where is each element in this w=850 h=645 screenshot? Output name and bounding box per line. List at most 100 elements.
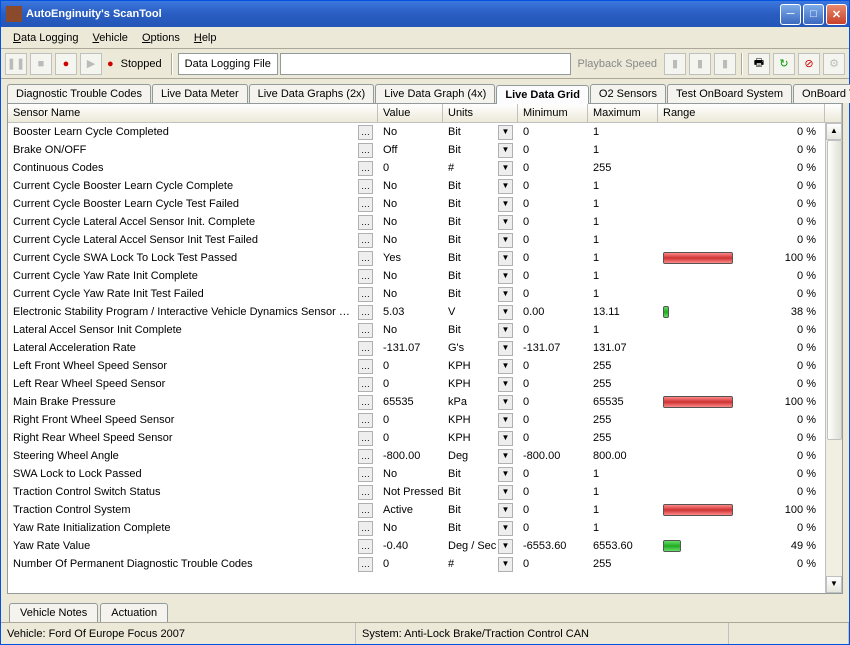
- minimize-button[interactable]: ─: [780, 4, 801, 25]
- grid-row[interactable]: Right Rear Wheel Speed Sensor…0KPH▼02550…: [8, 429, 825, 447]
- tab-o2-sensors[interactable]: O2 Sensors: [590, 84, 666, 103]
- row-options-button[interactable]: …: [358, 323, 373, 338]
- tab-live-data-meter[interactable]: Live Data Meter: [152, 84, 248, 103]
- column-units[interactable]: Units: [443, 104, 518, 122]
- close-button[interactable]: ✕: [826, 4, 847, 25]
- scroll-down-button[interactable]: ▼: [826, 576, 842, 593]
- units-dropdown-button[interactable]: ▼: [498, 233, 513, 248]
- column-sensor-name[interactable]: Sensor Name: [8, 104, 378, 122]
- column-maximum[interactable]: Maximum: [588, 104, 658, 122]
- row-options-button[interactable]: …: [358, 395, 373, 410]
- grid-row[interactable]: Yaw Rate Value…-0.40Deg / Sec▼-6553.6065…: [8, 537, 825, 555]
- cancel-button[interactable]: ⊘: [798, 53, 820, 75]
- row-options-button[interactable]: …: [358, 251, 373, 266]
- scroll-up-button[interactable]: ▲: [826, 123, 842, 140]
- row-options-button[interactable]: …: [358, 179, 373, 194]
- units-dropdown-button[interactable]: ▼: [498, 485, 513, 500]
- grid-row[interactable]: Left Front Wheel Speed Sensor…0KPH▼02550…: [8, 357, 825, 375]
- row-options-button[interactable]: …: [358, 503, 373, 518]
- grid-row[interactable]: Continuous Codes…0#▼02550 %: [8, 159, 825, 177]
- playback-faster-button[interactable]: ▮: [714, 53, 736, 75]
- units-dropdown-button[interactable]: ▼: [498, 251, 513, 266]
- grid-row[interactable]: Lateral Acceleration Rate…-131.07G's▼-13…: [8, 339, 825, 357]
- row-options-button[interactable]: …: [358, 485, 373, 500]
- grid-row[interactable]: Traction Control Switch Status…Not Press…: [8, 483, 825, 501]
- scroll-thumb[interactable]: [827, 140, 842, 440]
- grid-row[interactable]: Current Cycle SWA Lock To Lock Test Pass…: [8, 249, 825, 267]
- tab-diagnostic-trouble-codes[interactable]: Diagnostic Trouble Codes: [7, 84, 151, 103]
- row-options-button[interactable]: …: [358, 197, 373, 212]
- row-options-button[interactable]: …: [358, 449, 373, 464]
- menu-vehicle[interactable]: Vehicle: [86, 30, 133, 46]
- grid-row[interactable]: Booster Learn Cycle Completed…NoBit▼010 …: [8, 123, 825, 141]
- units-dropdown-button[interactable]: ▼: [498, 215, 513, 230]
- units-dropdown-button[interactable]: ▼: [498, 557, 513, 572]
- grid-row[interactable]: Current Cycle Yaw Rate Init Complete…NoB…: [8, 267, 825, 285]
- playback-slower-button[interactable]: ▮: [664, 53, 686, 75]
- row-options-button[interactable]: …: [358, 377, 373, 392]
- settings-button[interactable]: ⚙: [823, 53, 845, 75]
- units-dropdown-button[interactable]: ▼: [498, 467, 513, 482]
- units-dropdown-button[interactable]: ▼: [498, 521, 513, 536]
- refresh-button[interactable]: ↻: [773, 53, 795, 75]
- grid-row[interactable]: Lateral Accel Sensor Init Complete…NoBit…: [8, 321, 825, 339]
- row-options-button[interactable]: …: [358, 359, 373, 374]
- menu-help[interactable]: Help: [188, 30, 223, 46]
- grid-row[interactable]: Current Cycle Yaw Rate Init Test Failed……: [8, 285, 825, 303]
- grid-row[interactable]: Current Cycle Booster Learn Cycle Comple…: [8, 177, 825, 195]
- grid-row[interactable]: Main Brake Pressure…65535kPa▼065535100 %: [8, 393, 825, 411]
- units-dropdown-button[interactable]: ▼: [498, 341, 513, 356]
- units-dropdown-button[interactable]: ▼: [498, 161, 513, 176]
- data-logging-file-button[interactable]: Data Logging File: [178, 53, 278, 75]
- units-dropdown-button[interactable]: ▼: [498, 305, 513, 320]
- units-dropdown-button[interactable]: ▼: [498, 143, 513, 158]
- row-options-button[interactable]: …: [358, 413, 373, 428]
- bottom-tab-vehicle-notes[interactable]: Vehicle Notes: [9, 603, 98, 622]
- row-options-button[interactable]: …: [358, 431, 373, 446]
- row-options-button[interactable]: …: [358, 161, 373, 176]
- grid-row[interactable]: Yaw Rate Initialization Complete…NoBit▼0…: [8, 519, 825, 537]
- tab-onboard-t[interactable]: OnBoard T: [793, 84, 850, 103]
- units-dropdown-button[interactable]: ▼: [498, 197, 513, 212]
- units-dropdown-button[interactable]: ▼: [498, 287, 513, 302]
- row-options-button[interactable]: …: [358, 467, 373, 482]
- row-options-button[interactable]: …: [358, 521, 373, 536]
- grid-row[interactable]: Number Of Permanent Diagnostic Trouble C…: [8, 555, 825, 573]
- column-value[interactable]: Value: [378, 104, 443, 122]
- units-dropdown-button[interactable]: ▼: [498, 269, 513, 284]
- grid-row[interactable]: Traction Control System…ActiveBit▼01100 …: [8, 501, 825, 519]
- data-logging-file-input[interactable]: [280, 53, 571, 75]
- row-options-button[interactable]: …: [358, 215, 373, 230]
- stop-button[interactable]: ■: [30, 53, 52, 75]
- row-options-button[interactable]: …: [358, 557, 373, 572]
- grid-row[interactable]: Electronic Stability Program / Interacti…: [8, 303, 825, 321]
- grid-row[interactable]: Brake ON/OFF…OffBit▼010 %: [8, 141, 825, 159]
- units-dropdown-button[interactable]: ▼: [498, 323, 513, 338]
- menu-data-logging[interactable]: Data Logging: [7, 30, 84, 46]
- row-options-button[interactable]: …: [358, 287, 373, 302]
- grid-row[interactable]: Current Cycle Lateral Accel Sensor Init.…: [8, 213, 825, 231]
- play-button[interactable]: ▶: [80, 53, 102, 75]
- grid-row[interactable]: Current Cycle Booster Learn Cycle Test F…: [8, 195, 825, 213]
- units-dropdown-button[interactable]: ▼: [498, 449, 513, 464]
- maximize-button[interactable]: □: [803, 4, 824, 25]
- units-dropdown-button[interactable]: ▼: [498, 503, 513, 518]
- units-dropdown-button[interactable]: ▼: [498, 125, 513, 140]
- print-button[interactable]: 🖶: [748, 53, 770, 75]
- bottom-tab-actuation[interactable]: Actuation: [100, 603, 168, 622]
- tab-live-data-grid[interactable]: Live Data Grid: [496, 85, 589, 104]
- row-options-button[interactable]: …: [358, 143, 373, 158]
- units-dropdown-button[interactable]: ▼: [498, 431, 513, 446]
- units-dropdown-button[interactable]: ▼: [498, 377, 513, 392]
- column-range[interactable]: Range: [658, 104, 825, 122]
- grid-row[interactable]: Right Front Wheel Speed Sensor…0KPH▼0255…: [8, 411, 825, 429]
- row-options-button[interactable]: …: [358, 341, 373, 356]
- menu-options[interactable]: Options: [136, 30, 186, 46]
- pause-button[interactable]: ❚❚: [5, 53, 27, 75]
- row-options-button[interactable]: …: [358, 125, 373, 140]
- tab-live-data-graphs-2x-[interactable]: Live Data Graphs (2x): [249, 84, 375, 103]
- grid-row[interactable]: Steering Wheel Angle…-800.00Deg▼-800.008…: [8, 447, 825, 465]
- units-dropdown-button[interactable]: ▼: [498, 179, 513, 194]
- units-dropdown-button[interactable]: ▼: [498, 395, 513, 410]
- row-options-button[interactable]: …: [358, 269, 373, 284]
